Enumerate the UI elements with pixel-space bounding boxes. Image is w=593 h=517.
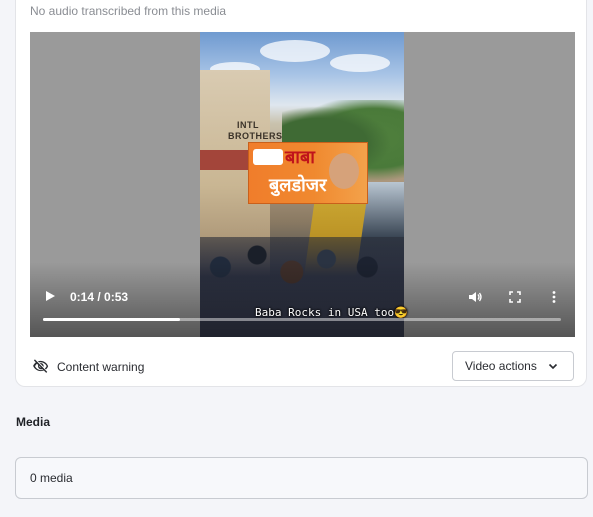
media-section-title: Media	[16, 415, 51, 429]
banner-text-line2: बुलडोजर	[269, 175, 327, 195]
banner-portrait	[329, 153, 359, 189]
chevron-down-icon	[548, 363, 557, 370]
time-display: 0:14 / 0:53	[70, 290, 129, 304]
content-warning-label: Content warning	[57, 359, 145, 374]
progress-fill	[43, 318, 180, 321]
media-count: 0 media	[30, 471, 73, 485]
banner-text-line1: बाबा	[285, 147, 315, 167]
volume-icon[interactable]	[467, 289, 483, 305]
fullscreen-icon[interactable]	[507, 289, 523, 305]
progress-bar[interactable]	[43, 318, 561, 321]
video-player[interactable]: INTL BROTHERS बाबा बुलडोजर Baba Rocks in…	[30, 32, 575, 337]
video-actions-button[interactable]: Video actions	[452, 351, 574, 381]
video-actions-label: Video actions	[465, 359, 537, 373]
transcript-status: No audio transcribed from this media	[30, 4, 227, 18]
play-icon[interactable]	[46, 291, 55, 301]
awning	[200, 150, 254, 170]
content-warning-toggle[interactable]: Content warning	[32, 358, 144, 375]
cloud	[330, 54, 390, 72]
media-count-box[interactable]: 0 media	[15, 457, 588, 499]
eye-off-icon	[33, 359, 49, 373]
banner: बाबा बुलडोजर	[248, 142, 368, 204]
banner-logo	[253, 149, 283, 165]
cloud	[260, 40, 330, 62]
more-vert-icon[interactable]	[546, 289, 562, 305]
